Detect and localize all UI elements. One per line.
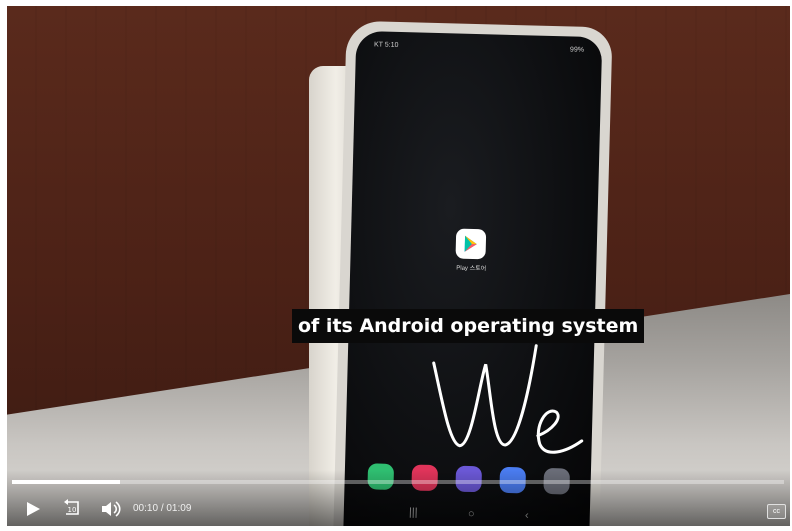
- rewind-10-icon: 10: [64, 499, 79, 515]
- phone-status-left: KT 5:10: [373, 41, 399, 49]
- progress-bar[interactable]: [12, 480, 784, 484]
- rewind-seconds-label: 10: [68, 506, 77, 514]
- play-store-label: Play 스토어: [456, 265, 487, 273]
- video-frame[interactable]: KT 5:10 99% Play 스토어 of its Android oper…: [7, 6, 790, 526]
- duration: 01:09: [166, 503, 192, 514]
- volume-icon: [102, 501, 121, 517]
- time-display: 00:10 / 01:09: [133, 503, 191, 514]
- closed-captions-icon: cc: [773, 508, 780, 515]
- phone-status-bar: KT 5:10 99%: [374, 41, 584, 60]
- handwriting-drawing: [432, 344, 584, 454]
- rewind-10-button[interactable]: 10: [60, 497, 84, 519]
- current-time: 00:10: [133, 503, 159, 514]
- subtitle-caption: of its Android operating system: [292, 309, 645, 343]
- closed-captions-button[interactable]: cc: [767, 504, 786, 519]
- progress-bar-fill: [12, 480, 121, 484]
- play-button[interactable]: [24, 500, 42, 518]
- play-store-icon: [455, 228, 487, 260]
- smartphone: KT 5:10 99% Play 스토어: [333, 20, 613, 526]
- time-separator: /: [160, 503, 164, 514]
- video-player: KT 5:10 99% Play 스토어 of its Android oper…: [0, 0, 792, 531]
- play-icon: [27, 502, 40, 516]
- volume-button[interactable]: [100, 500, 122, 518]
- phone-status-right: 99%: [569, 46, 585, 54]
- phone-screen: KT 5:10 99% Play 스토어: [343, 30, 603, 526]
- controls-bar: [7, 470, 790, 526]
